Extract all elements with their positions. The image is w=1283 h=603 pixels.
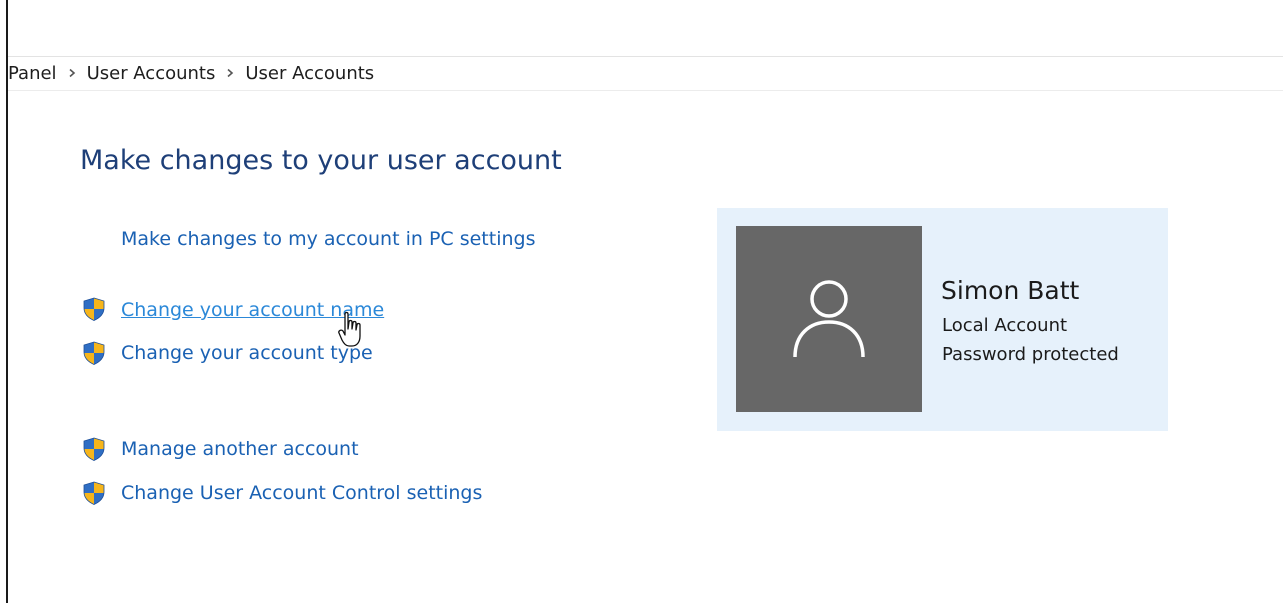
account-status: Password protected — [942, 344, 1119, 365]
account-type: Local Account — [942, 315, 1068, 336]
hand-pointer-cursor-icon — [338, 311, 361, 347]
chevron-right-icon[interactable] — [215, 68, 245, 78]
uac-shield-icon — [81, 480, 107, 506]
pc-settings-link[interactable]: Make changes to my account in PC setting… — [121, 228, 535, 250]
breadcrumb: Panel User Accounts User Accounts — [8, 56, 1283, 91]
avatar — [736, 226, 922, 412]
breadcrumb-item-user-accounts[interactable]: User Accounts — [87, 63, 216, 84]
page-title: Make changes to your user account — [80, 145, 562, 176]
breadcrumb-item-control-panel[interactable]: Panel — [8, 63, 57, 84]
manage-another-account-link[interactable]: Manage another account — [121, 438, 359, 460]
account-name: Simon Batt — [941, 276, 1080, 305]
uac-shield-icon — [81, 436, 107, 462]
change-account-type-link[interactable]: Change your account type — [121, 342, 373, 364]
uac-shield-icon — [81, 296, 107, 322]
chevron-right-icon[interactable] — [57, 68, 87, 78]
uac-shield-icon — [81, 340, 107, 366]
account-card: Simon Batt Local Account Password protec… — [717, 208, 1168, 431]
user-silhouette-icon — [793, 280, 865, 358]
address-bar-area — [8, 0, 1283, 57]
breadcrumb-item-user-accounts-current[interactable]: User Accounts — [245, 63, 374, 84]
change-uac-settings-link[interactable]: Change User Account Control settings — [121, 482, 482, 504]
